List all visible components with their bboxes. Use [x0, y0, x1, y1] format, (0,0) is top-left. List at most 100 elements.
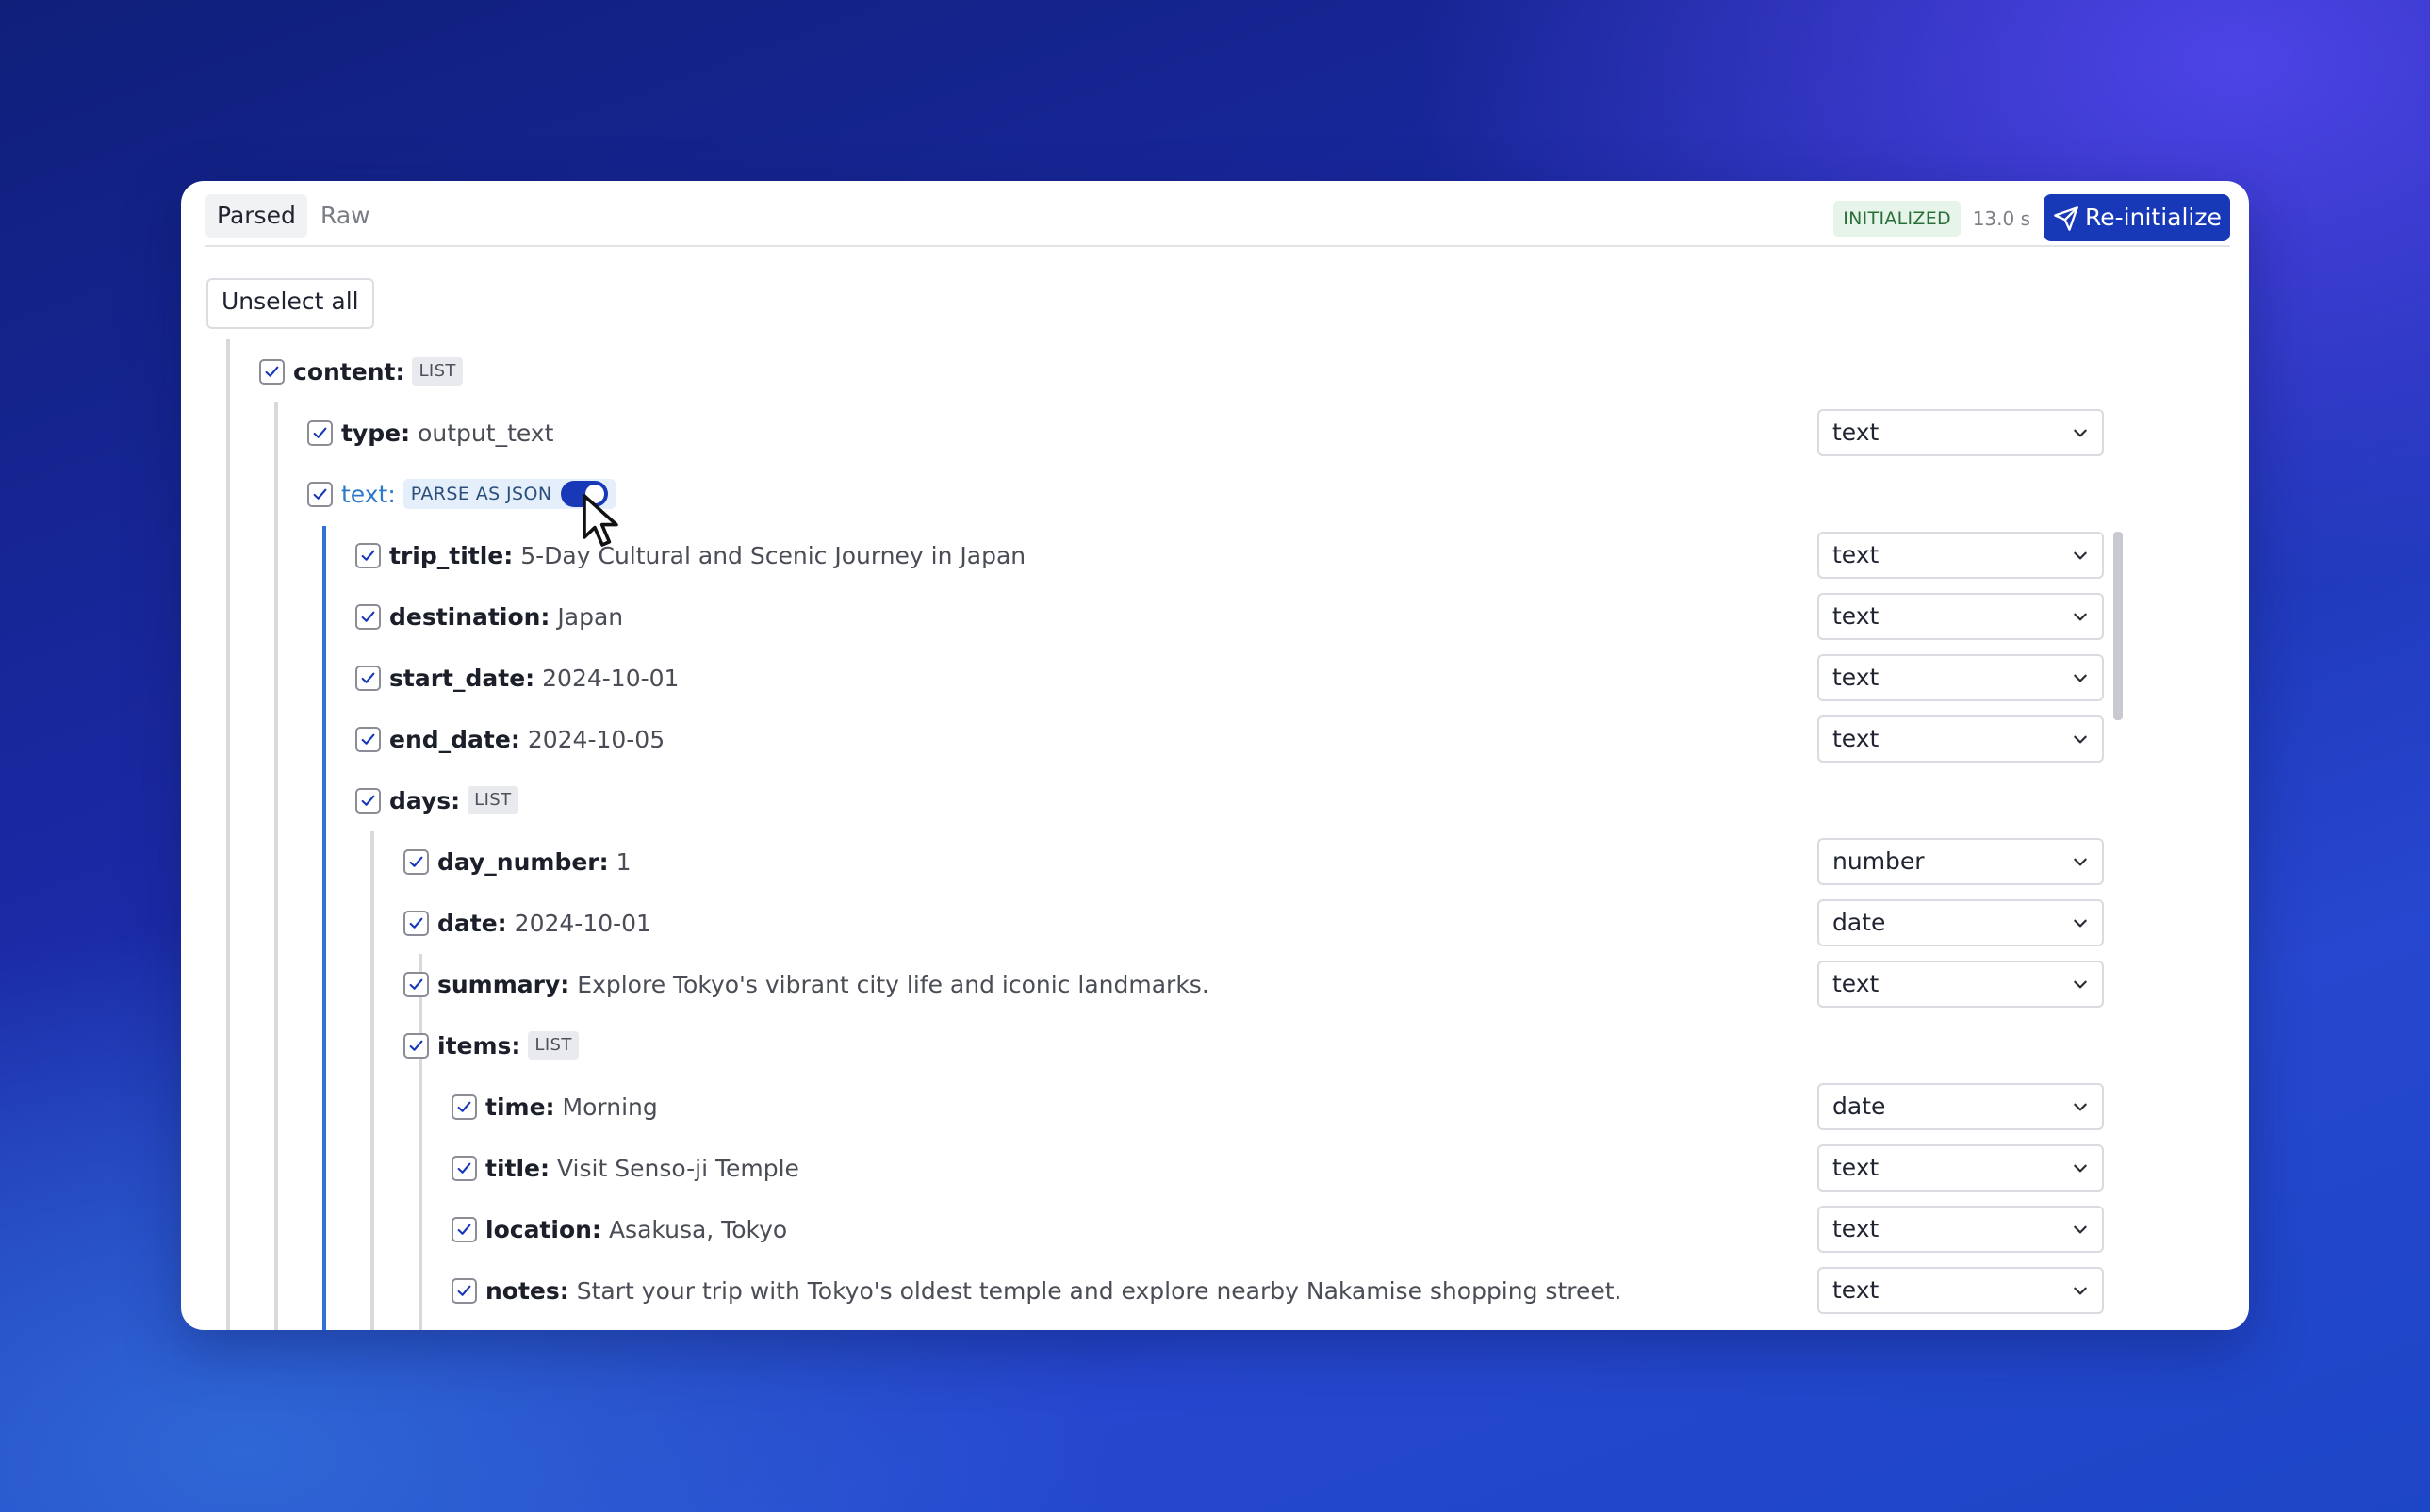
- checkbox-trip-title[interactable]: [355, 542, 381, 568]
- chevron-down-icon: [2074, 1225, 2087, 1234]
- tree-row-items: items: LIST: [403, 1020, 579, 1071]
- list-badge: LIST: [412, 357, 463, 386]
- format-select-day-number[interactable]: number: [1817, 838, 2104, 885]
- check-icon: [361, 550, 375, 561]
- tab-parsed[interactable]: Parsed: [205, 194, 307, 238]
- format-select-start-date[interactable]: text: [1817, 654, 2104, 701]
- tree-row-end-date: end_date: 2024-10-05: [355, 714, 665, 764]
- tree-row-summary: summary: Explore Tokyo's vibrant city li…: [403, 959, 1209, 1010]
- format-select-end-date[interactable]: text: [1817, 715, 2104, 763]
- checkbox-type[interactable]: [307, 419, 333, 446]
- check-icon: [457, 1101, 471, 1112]
- tree-guide-root: [226, 339, 230, 1330]
- check-icon: [265, 366, 279, 377]
- tree-row-location: location: Asakusa, Tokyo: [452, 1204, 787, 1255]
- checkbox-summary[interactable]: [403, 971, 429, 997]
- format-select-location[interactable]: text: [1817, 1206, 2104, 1253]
- field-value: Start your trip with Tokyo's oldest temp…: [576, 1276, 1622, 1305]
- checkbox-content[interactable]: [259, 358, 285, 385]
- list-badge: LIST: [528, 1031, 579, 1060]
- chevron-down-icon: [2074, 613, 2087, 621]
- check-icon: [457, 1224, 471, 1235]
- field-key: items:: [437, 1031, 521, 1060]
- parse-as-json-toggle[interactable]: [561, 481, 609, 507]
- checkbox-date[interactable]: [403, 910, 429, 936]
- tree-guide-text-json: [322, 526, 326, 1330]
- field-value: Japan: [557, 602, 624, 631]
- chevron-down-icon: [2074, 858, 2087, 866]
- checkbox-destination[interactable]: [355, 603, 381, 630]
- unselect-all-button[interactable]: Unselect all: [206, 278, 374, 329]
- tree-guide-content: [274, 402, 278, 1330]
- tree-row-trip-title: trip_title: 5-Day Cultural and Scenic Jo…: [355, 530, 1026, 581]
- field-key[interactable]: text:: [341, 481, 396, 508]
- scrollbar-thumb[interactable]: [2113, 532, 2123, 720]
- check-icon: [409, 1040, 423, 1051]
- format-select-summary[interactable]: text: [1817, 961, 2104, 1008]
- checkbox-title[interactable]: [452, 1155, 477, 1181]
- format-select-title[interactable]: text: [1817, 1144, 2104, 1192]
- field-value: 5-Day Cultural and Scenic Journey in Jap…: [520, 541, 1026, 569]
- field-key: end_date:: [389, 725, 520, 753]
- chevron-down-icon: [2074, 1287, 2087, 1295]
- check-icon: [361, 672, 375, 683]
- checkbox-days[interactable]: [355, 787, 381, 814]
- tree-row-date: date: 2024-10-01: [403, 897, 651, 948]
- chevron-down-icon: [2074, 674, 2087, 682]
- check-icon: [361, 795, 375, 806]
- checkbox-start-date[interactable]: [355, 665, 381, 691]
- check-icon: [409, 917, 423, 929]
- tree-row-time: time: Morning: [452, 1081, 658, 1132]
- chevron-down-icon: [2074, 551, 2087, 560]
- tree-row-start-date: start_date: 2024-10-01: [355, 652, 679, 703]
- checkbox-location[interactable]: [452, 1216, 477, 1242]
- field-value: 2024-10-01: [542, 664, 680, 692]
- field-key: time:: [485, 1093, 555, 1121]
- field-value: 2024-10-01: [514, 909, 651, 937]
- check-icon: [457, 1285, 471, 1296]
- field-value: 2024-10-05: [527, 725, 665, 753]
- top-bar: Parsed Raw INITIALIZED 13.0 s Re-initial…: [205, 194, 2230, 247]
- tree-row-destination: destination: Japan: [355, 591, 623, 642]
- tree-row-notes: notes: Start your trip with Tokyo's olde…: [452, 1265, 1621, 1316]
- format-select-destination[interactable]: text: [1817, 593, 2104, 640]
- chevron-down-icon: [2074, 919, 2087, 928]
- field-key: day_number:: [437, 847, 609, 876]
- checkbox-text[interactable]: [307, 481, 333, 507]
- checkbox-items[interactable]: [403, 1032, 429, 1059]
- checkbox-notes[interactable]: [452, 1277, 477, 1304]
- check-icon: [313, 488, 327, 500]
- reinitialize-button[interactable]: Re-initialize: [2044, 194, 2230, 241]
- chevron-down-icon: [2074, 429, 2087, 437]
- chevron-down-icon: [2074, 1103, 2087, 1111]
- chevron-down-icon: [2074, 1164, 2087, 1173]
- parse-as-json-label: PARSE AS JSON: [410, 484, 552, 504]
- tree-row-title: title: Visit Senso-ji Temple: [452, 1142, 799, 1193]
- format-select-trip-title[interactable]: text: [1817, 532, 2104, 579]
- field-key: trip_title:: [389, 541, 514, 569]
- parsed-output-panel: Parsed Raw INITIALIZED 13.0 s Re-initial…: [181, 181, 2249, 1330]
- check-icon: [361, 733, 375, 745]
- tree-guide-items: [419, 954, 422, 1330]
- format-select-date[interactable]: date: [1817, 899, 2104, 946]
- format-select-type[interactable]: text: [1817, 409, 2104, 456]
- format-select-notes[interactable]: text: [1817, 1267, 2104, 1314]
- field-key: type:: [341, 419, 411, 447]
- checkbox-end-date[interactable]: [355, 726, 381, 752]
- list-badge: LIST: [468, 786, 518, 814]
- checkbox-day-number[interactable]: [403, 848, 429, 875]
- field-key: date:: [437, 909, 507, 937]
- field-value: Morning: [562, 1093, 658, 1121]
- check-icon: [409, 856, 423, 867]
- tree-row-text: text: PARSE AS JSON: [307, 468, 616, 519]
- checkbox-time[interactable]: [452, 1093, 477, 1120]
- field-key: start_date:: [389, 664, 535, 692]
- format-select-time[interactable]: date: [1817, 1083, 2104, 1130]
- send-icon: [2054, 206, 2078, 231]
- field-key: destination:: [389, 602, 550, 631]
- tab-raw[interactable]: Raw: [309, 194, 382, 238]
- check-icon: [457, 1162, 471, 1174]
- check-icon: [361, 611, 375, 622]
- elapsed-time: 13.0 s: [1972, 207, 2030, 230]
- toggle-knob: [585, 485, 605, 503]
